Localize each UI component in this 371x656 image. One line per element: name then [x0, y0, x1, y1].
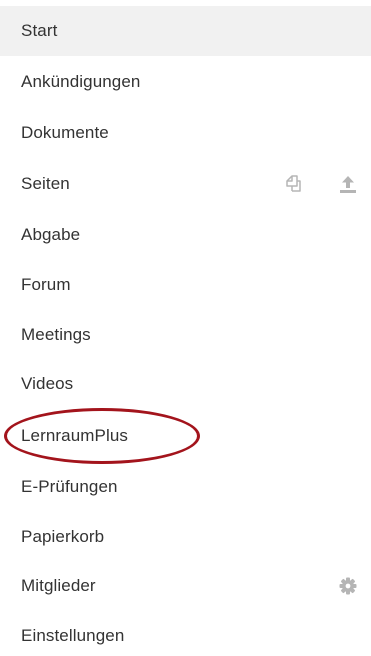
- course-navigation: Start Ankündigungen Dokumente Seiten Abg…: [0, 0, 371, 656]
- nav-item-label: Mitglieder: [21, 576, 96, 595]
- nav-item-videos[interactable]: Videos: [0, 359, 371, 409]
- nav-item-dokumente[interactable]: Dokumente: [0, 108, 371, 158]
- nav-item-papierkorb[interactable]: Papierkorb: [0, 512, 371, 562]
- nav-item-ankuendigungen[interactable]: Ankündigungen: [0, 57, 371, 107]
- gear-icon[interactable]: [336, 574, 360, 598]
- nav-item-abgabe[interactable]: Abgabe: [0, 210, 371, 260]
- nav-item-label: Videos: [21, 374, 74, 393]
- nav-item-forum[interactable]: Forum: [0, 260, 371, 310]
- nav-item-einstellungen[interactable]: Einstellungen: [0, 611, 371, 656]
- nav-item-label: E-Prüfungen: [21, 477, 118, 496]
- nav-item-label: Einstellungen: [21, 626, 125, 645]
- nav-item-label: LernraumPlus: [21, 426, 129, 445]
- copy-icon[interactable]: [281, 172, 305, 196]
- nav-item-e-pruefungen[interactable]: E-Prüfungen: [0, 462, 371, 512]
- nav-item-mitglieder[interactable]: Mitglieder: [0, 561, 371, 611]
- nav-item-label: Abgabe: [21, 225, 81, 244]
- nav-item-start[interactable]: Start: [0, 6, 371, 56]
- nav-item-label: Ankündigungen: [21, 72, 141, 91]
- nav-item-label: Dokumente: [21, 123, 109, 142]
- nav-item-lernraumplus[interactable]: LernraumPlus: [0, 411, 371, 461]
- nav-item-label: Start: [21, 21, 58, 40]
- nav-item-label: Forum: [21, 275, 71, 294]
- nav-item-label: Papierkorb: [21, 527, 105, 546]
- nav-item-seiten[interactable]: Seiten: [0, 159, 371, 209]
- nav-item-label: Meetings: [21, 325, 91, 344]
- nav-item-label: Seiten: [21, 174, 70, 193]
- upload-icon[interactable]: [336, 172, 360, 196]
- nav-item-meetings[interactable]: Meetings: [0, 310, 371, 360]
